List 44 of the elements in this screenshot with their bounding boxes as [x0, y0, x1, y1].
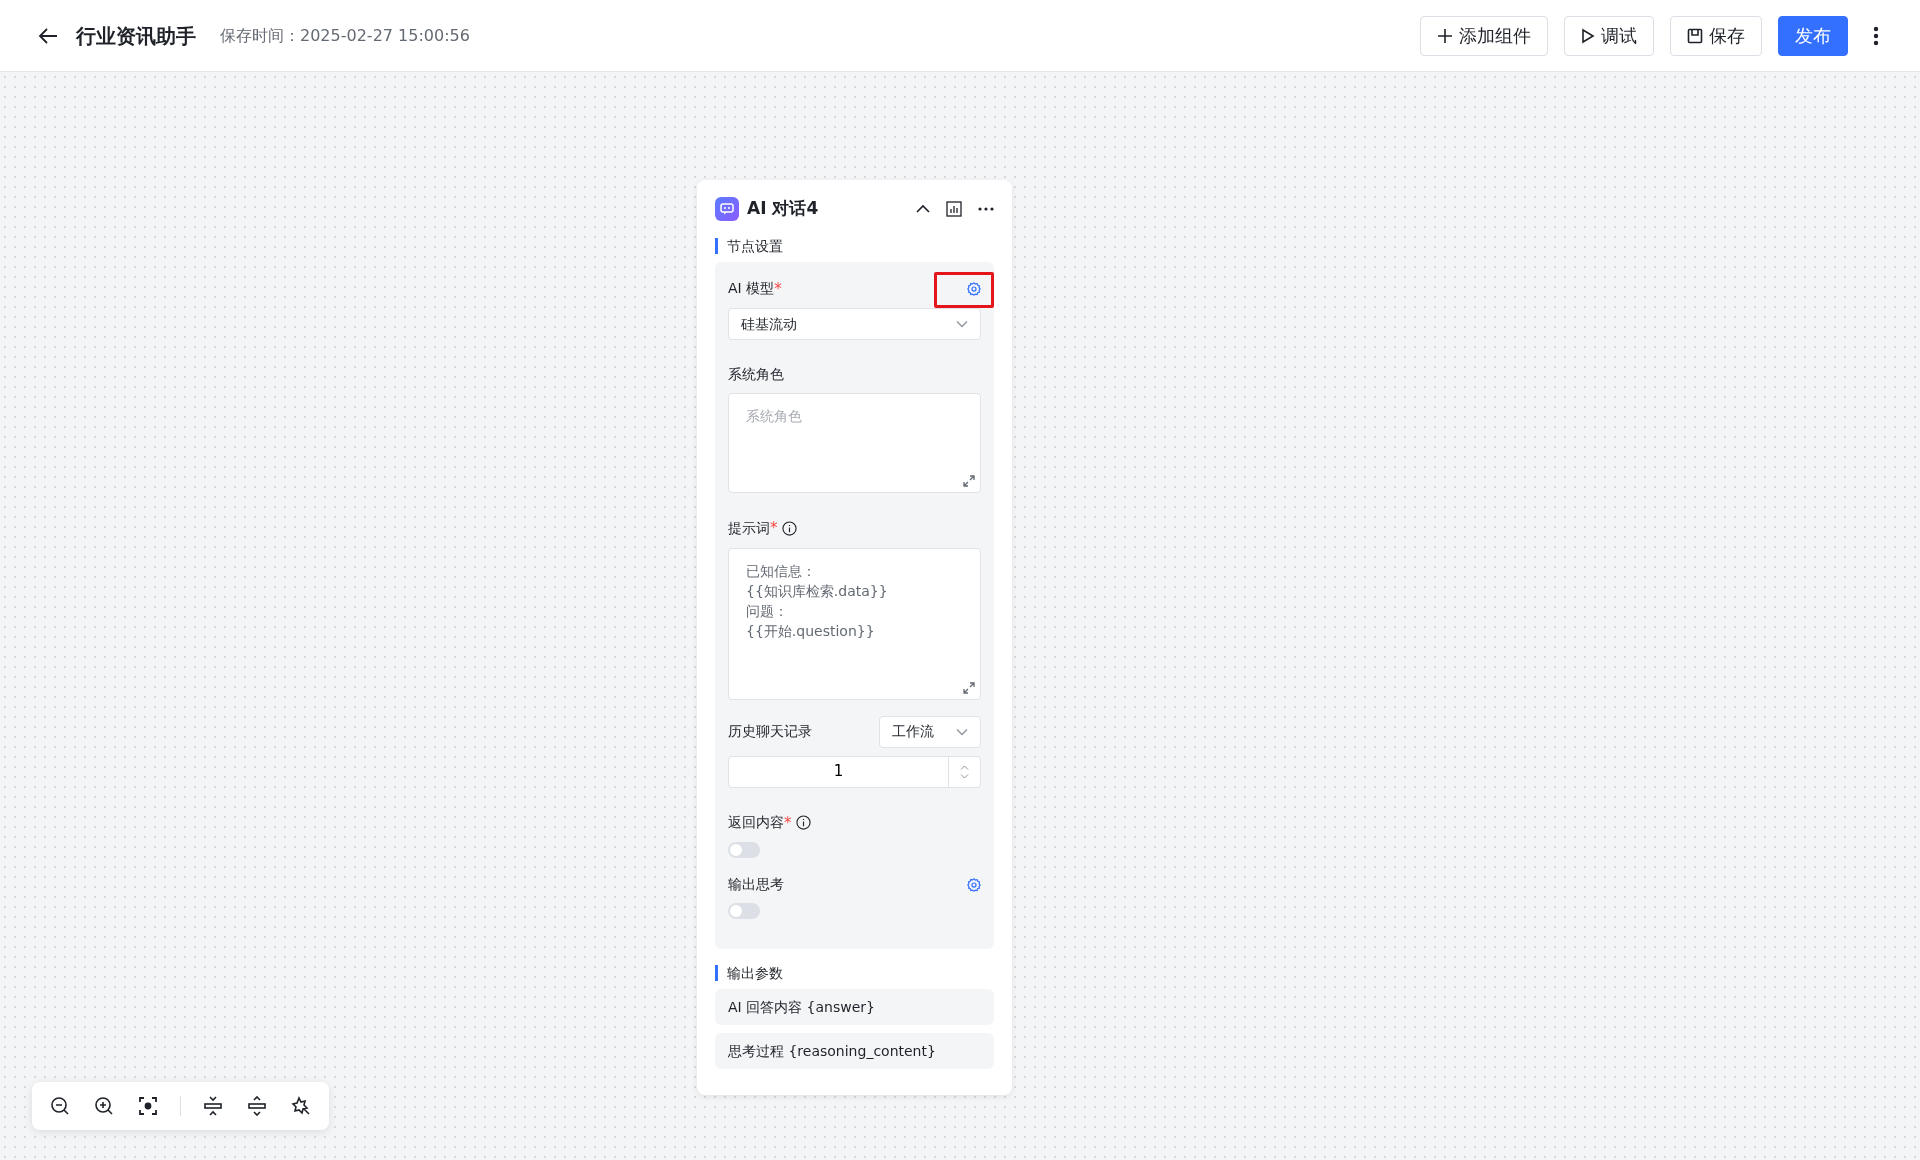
model-select[interactable]: 硅基流动	[728, 308, 981, 340]
toggle-switch[interactable]	[728, 903, 760, 919]
highlight-frame	[934, 271, 994, 308]
required-mark: *	[784, 812, 792, 834]
prompt-field[interactable]: 已知信息： {{知识库检索.data}} 问题： {{开始.question}}	[728, 547, 981, 700]
add-button[interactable]: 添加组件	[1420, 15, 1548, 56]
system-role-field[interactable]: 系统角色	[728, 393, 981, 493]
chevron-down-icon	[956, 727, 968, 736]
settings-icon[interactable]	[967, 281, 981, 296]
field-label: 输出思考	[728, 875, 784, 894]
field-label: 返回内容	[728, 813, 784, 833]
section-heading: 输出参数	[715, 965, 994, 981]
info-icon	[781, 520, 797, 536]
history-source-select[interactable]: 工作流	[879, 715, 981, 748]
output-parameter: AI 回答内容 {answer}	[715, 989, 994, 1025]
more-icon[interactable]	[978, 206, 994, 211]
section-heading: 节点设置	[715, 237, 994, 254]
debug-button[interactable]: 调试	[1564, 15, 1654, 56]
save-button[interactable]: 保存	[1670, 15, 1762, 56]
expand-icon[interactable]	[245, 1094, 269, 1118]
required-mark: *	[770, 518, 778, 539]
field-label: AI 模型	[728, 279, 775, 299]
save-time: 保存时间：2025-02-27 15:00:56	[220, 24, 470, 47]
field-label: 系统角色	[728, 365, 784, 384]
node-title: AI 对话4	[747, 197, 820, 220]
chart-icon[interactable]	[946, 200, 962, 217]
toggle-switch[interactable]	[728, 842, 760, 858]
output-parameter: 思考过程 {reasoning_content}	[715, 1033, 994, 1069]
app-title: 行业资讯助手	[76, 22, 196, 50]
field-label: 提示词	[728, 518, 770, 538]
fit-view-icon[interactable]	[136, 1094, 160, 1118]
play-icon	[1581, 27, 1595, 44]
plus-icon	[1437, 27, 1453, 44]
chat-bubble-icon	[715, 196, 739, 221]
chevron-down-icon	[956, 320, 968, 328]
history-count-field[interactable]: 1	[728, 755, 949, 788]
info-icon	[795, 815, 811, 831]
publish-button[interactable]: 发布	[1778, 15, 1848, 56]
required-mark: *	[774, 278, 782, 300]
collapse-icon[interactable]	[201, 1094, 225, 1118]
field-label: 历史聊天记录	[728, 722, 812, 741]
settings-icon[interactable]	[967, 877, 981, 892]
save-icon	[1687, 27, 1703, 44]
chevron-up-icon[interactable]	[916, 204, 930, 214]
